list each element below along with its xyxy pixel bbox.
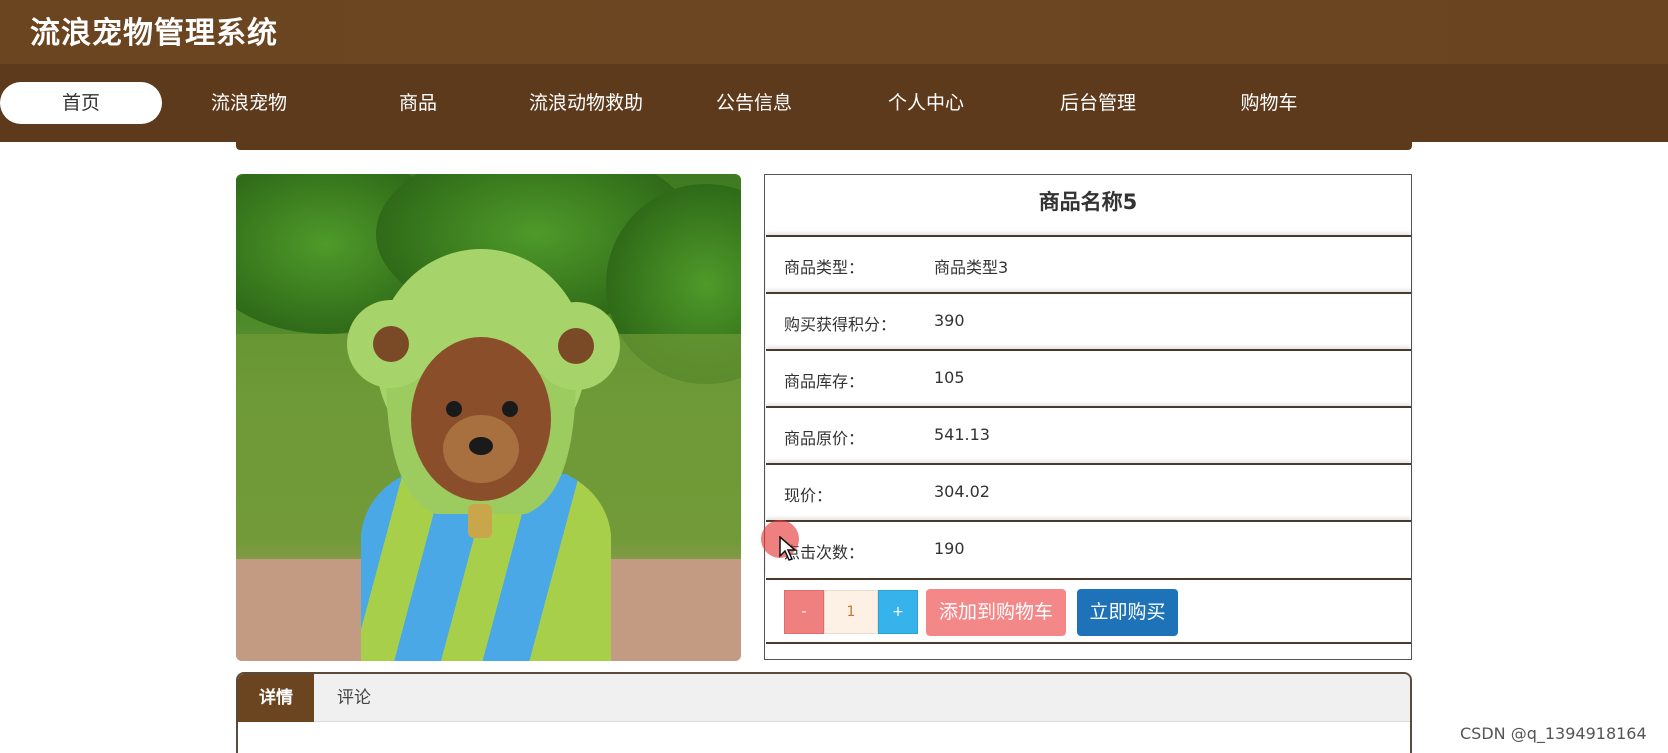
watermark: CSDN @q_1394918164 [1460,724,1647,743]
nav-item-home[interactable]: 首页 [0,82,162,124]
add-to-cart-button[interactable]: 添加到购物车 [926,589,1066,636]
nav-item-products[interactable]: 商品 [337,82,499,124]
mouse-pointer-icon [779,536,797,561]
main-navigation: 首页 流浪宠物 商品 流浪动物救助 公告信息 个人中心 后台管理 购物车 [0,64,1668,142]
detail-value: 304.02 [934,482,990,501]
quantity-decrease-button[interactable]: - [784,590,824,634]
detail-tabs-panel: 详情 评论 [236,672,1412,753]
nav-item-announcements[interactable]: 公告信息 [673,82,835,124]
product-info-panel: 商品名称5 商品类型： 商品类型3 购买获得积分： 390 商品库存： 105 … [764,174,1412,660]
quantity-input[interactable]: 1 [824,590,878,634]
detail-value: 190 [934,539,965,558]
product-name: 商品名称5 [1038,190,1138,214]
site-title: 流浪宠物管理系统 [30,16,278,51]
detail-label: 现价： [784,486,833,505]
nav-underbar [236,136,1412,150]
nav-item-admin[interactable]: 后台管理 [1017,82,1179,124]
page: 流浪宠物管理系统 首页 流浪宠物 商品 流浪动物救助 公告信息 个人中心 后台管… [0,0,1668,753]
tab-strip: 详情 评论 [238,674,1410,722]
detail-label: 购买获得积分： [784,315,897,334]
header-bar: 流浪宠物管理系统 [0,0,1668,64]
quantity-increase-button[interactable]: + [878,590,918,634]
nav-item-stray-pets[interactable]: 流浪宠物 [168,82,330,124]
detail-row-click-count: 点击次数： 190 [766,520,1411,577]
tab-comments[interactable]: 评论 [314,674,394,722]
detail-row-product-type: 商品类型： 商品类型3 [766,235,1411,292]
detail-label: 商品库存： [784,372,865,391]
purchase-actions: - 1 + 添加到购物车 立即购买 [766,578,1411,644]
detail-row-points: 购买获得积分： 390 [766,292,1411,349]
detail-label: 商品类型： [784,258,865,277]
detail-value: 541.13 [934,425,990,444]
nav-item-cart[interactable]: 购物车 [1188,82,1350,124]
nav-item-personal-center[interactable]: 个人中心 [845,82,1007,124]
buy-now-button[interactable]: 立即购买 [1077,589,1178,636]
product-image [236,174,741,661]
detail-row-stock: 商品库存： 105 [766,349,1411,406]
detail-row-current-price: 现价： 304.02 [766,463,1411,520]
detail-value: 105 [934,368,965,387]
nav-item-animal-rescue[interactable]: 流浪动物救助 [505,82,667,124]
tab-details[interactable]: 详情 [238,674,314,722]
detail-row-original-price: 商品原价： 541.13 [766,406,1411,463]
detail-value: 商品类型3 [934,258,1009,277]
detail-value: 390 [934,311,965,330]
detail-label: 商品原价： [784,429,865,448]
